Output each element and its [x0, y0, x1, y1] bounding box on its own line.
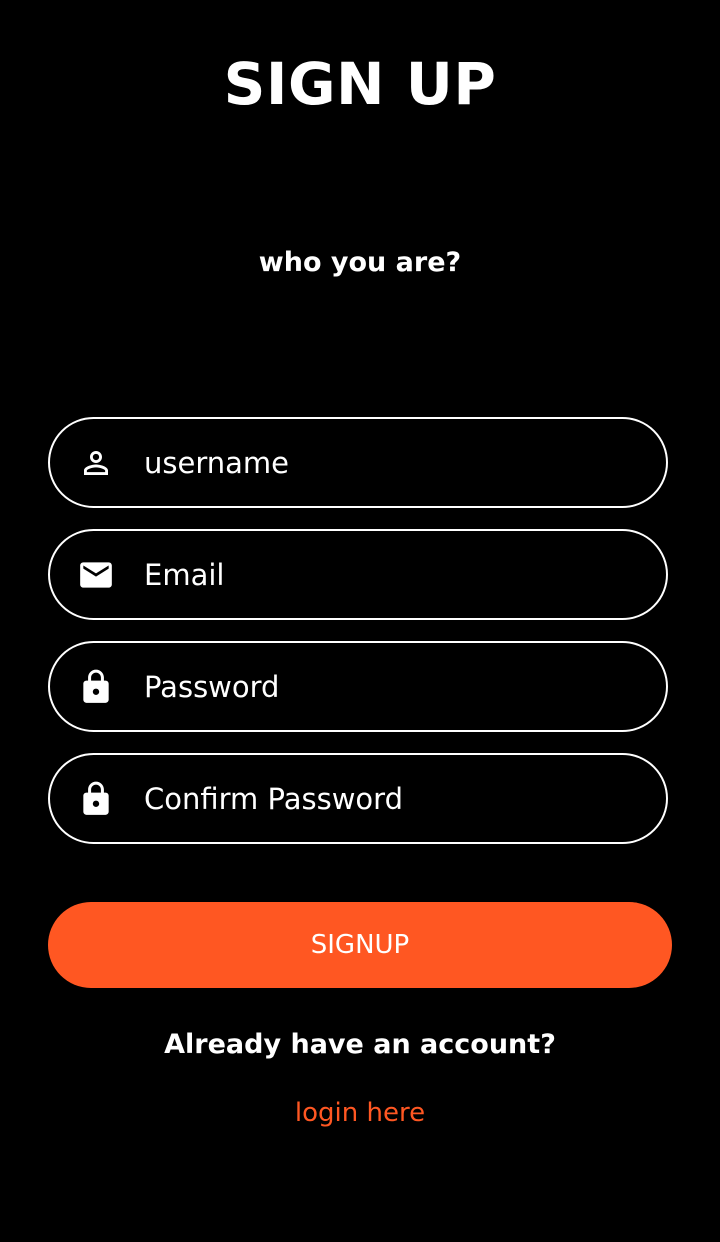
page-subtitle: who you are?	[258, 247, 462, 278]
confirm-password-field[interactable]	[48, 753, 668, 844]
lock-icon	[76, 667, 116, 707]
username-input[interactable]	[144, 419, 624, 506]
password-field[interactable]	[48, 641, 668, 732]
lock-icon	[76, 779, 116, 819]
confirm-password-input[interactable]	[144, 755, 624, 842]
signup-button[interactable]: SIGNUP	[48, 902, 672, 988]
email-input[interactable]	[144, 531, 624, 618]
already-account-prompt: Already have an account?	[164, 1029, 556, 1060]
person-icon	[76, 443, 116, 483]
username-field[interactable]	[48, 417, 668, 508]
login-link[interactable]: login here	[0, 1096, 720, 1130]
page-title: SIGN UP	[223, 50, 497, 118]
password-input[interactable]	[144, 643, 624, 730]
email-field[interactable]	[48, 529, 668, 620]
mail-icon	[76, 555, 116, 595]
